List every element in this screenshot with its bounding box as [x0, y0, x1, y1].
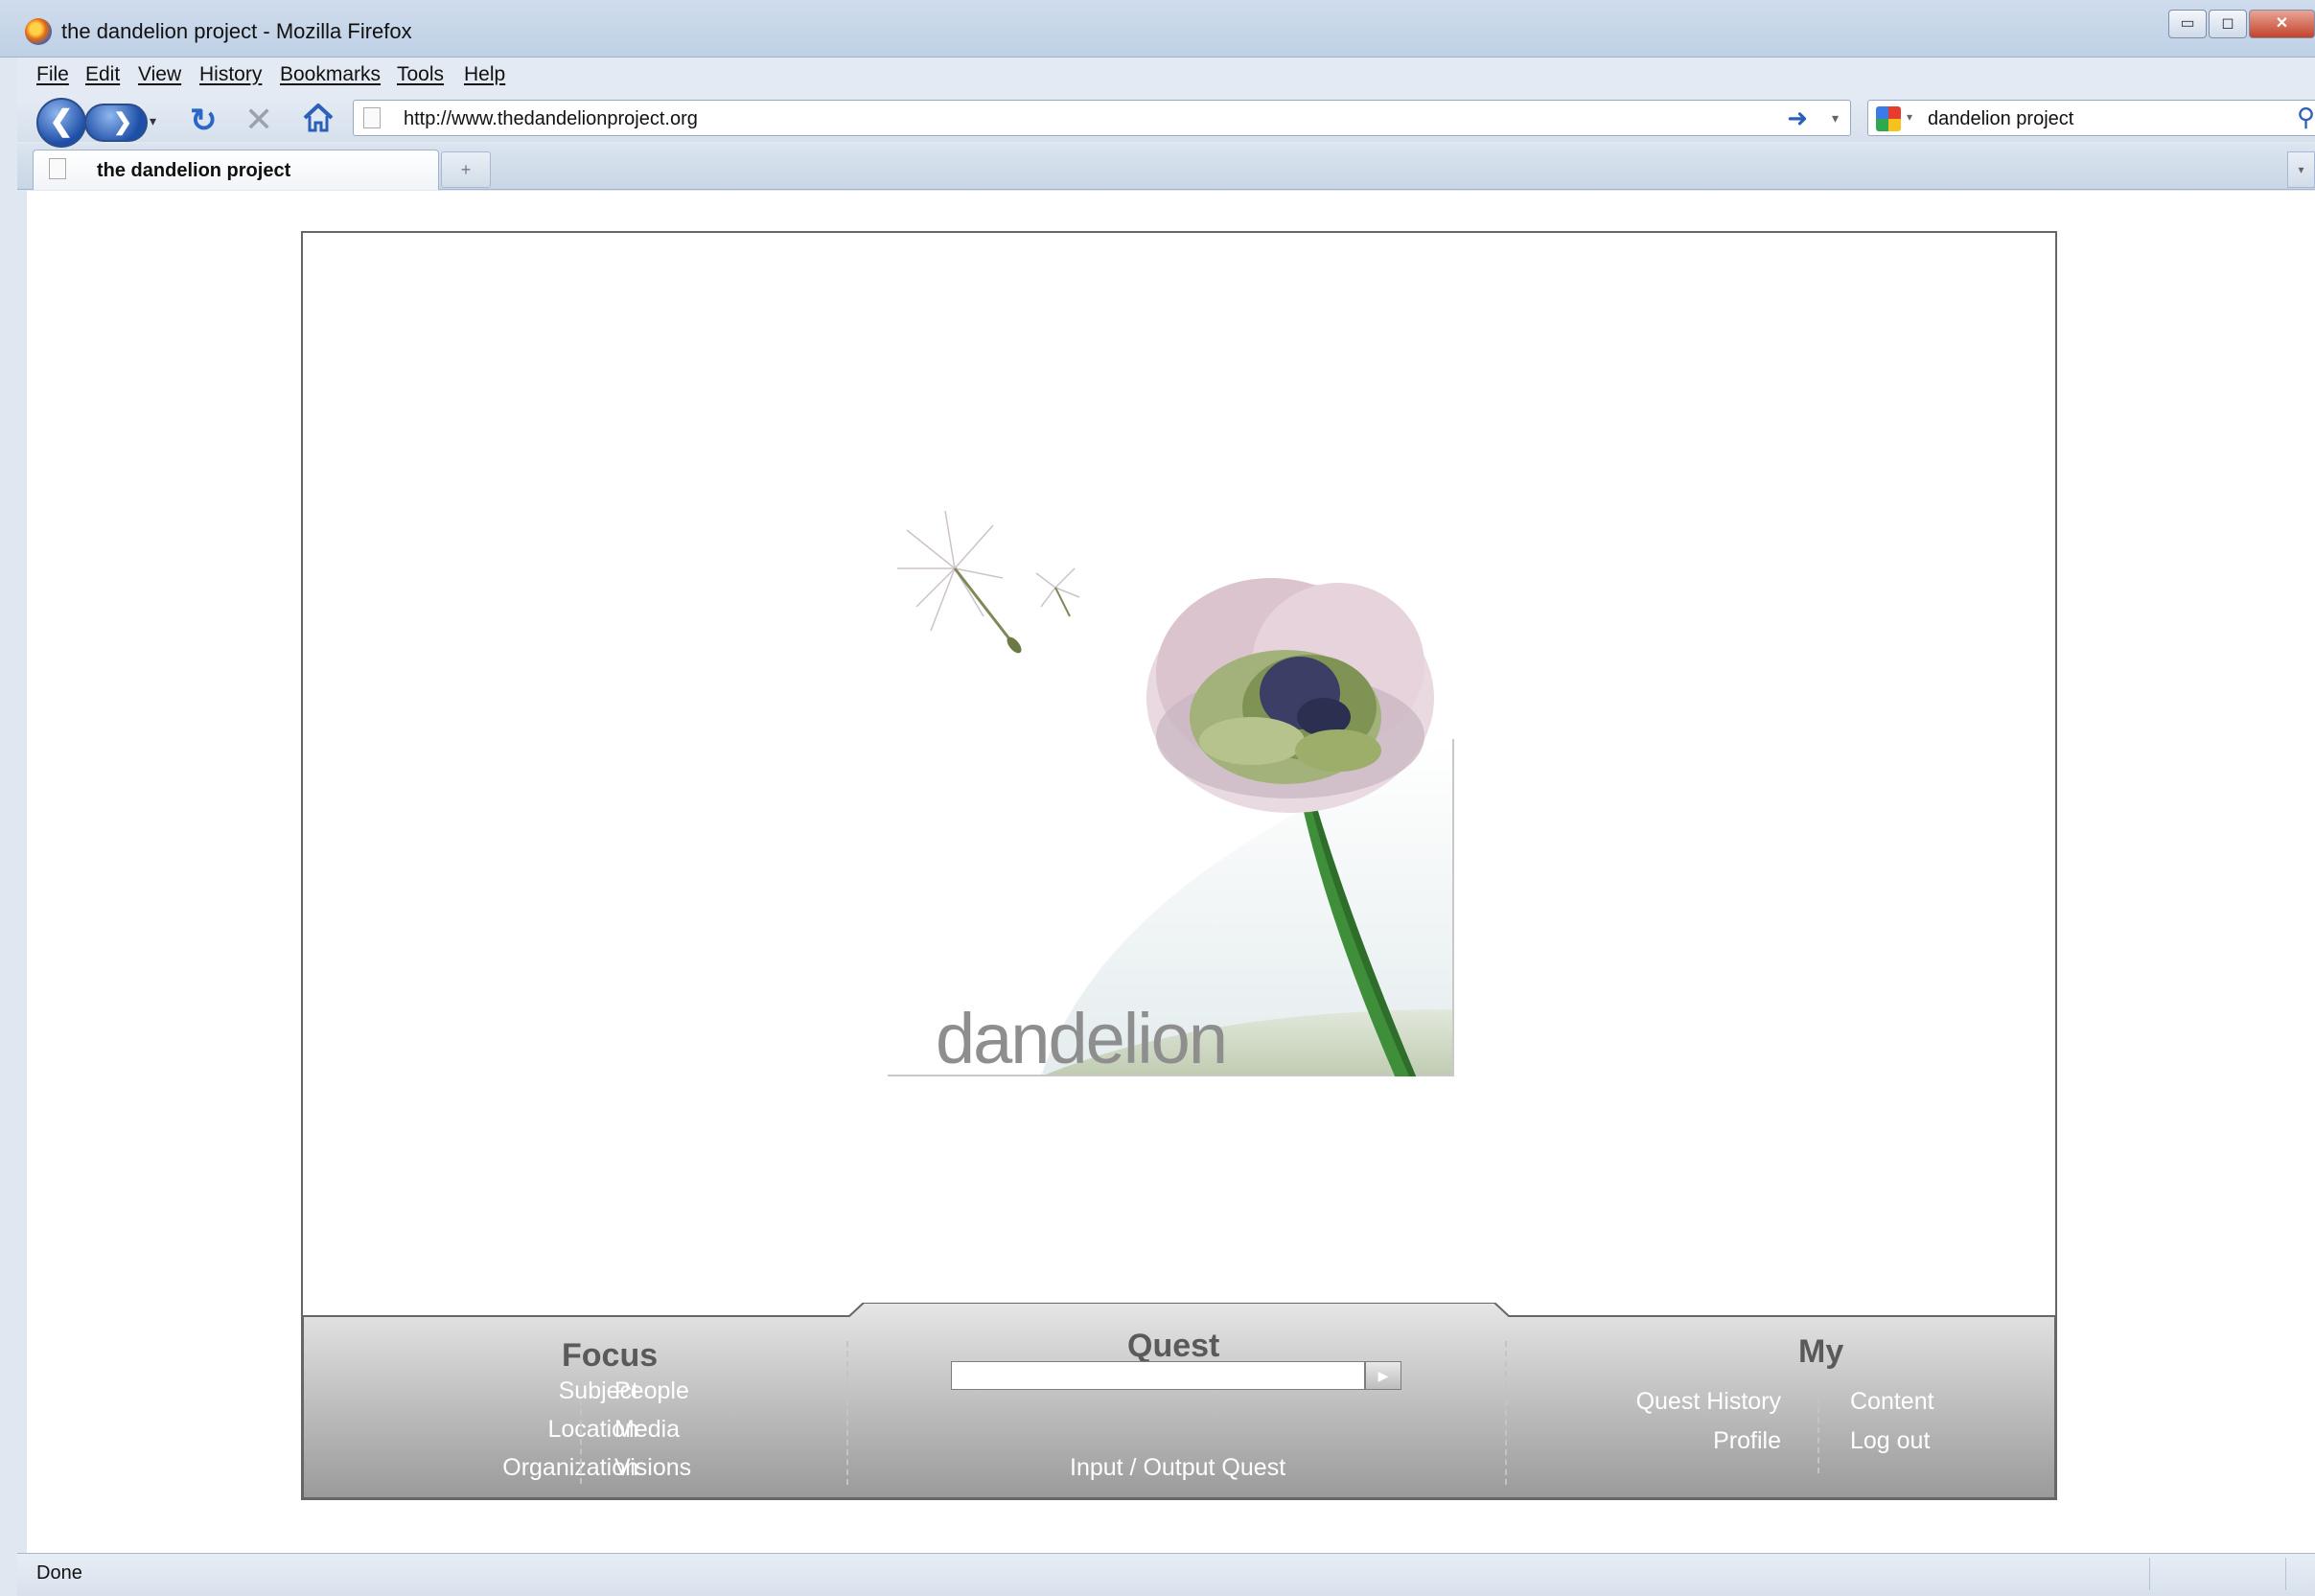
my-link-profile[interactable]: Profile — [1597, 1427, 1781, 1455]
firefox-icon — [25, 18, 52, 45]
focus-link-visions[interactable]: Visions — [614, 1454, 691, 1482]
my-divider — [1817, 1387, 1819, 1473]
new-tab-button[interactable]: + — [441, 151, 491, 188]
menu-bar: File Edit View History Bookmarks Tools H… — [17, 58, 2315, 96]
search-input[interactable]: dandelion project — [1928, 108, 2073, 130]
forward-button[interactable]: ❯ — [84, 104, 148, 142]
focus-title: Focus — [562, 1337, 659, 1374]
google-engine-icon[interactable] — [1876, 106, 1901, 131]
url-dropdown-icon[interactable]: ▾ — [1832, 110, 1839, 127]
focus-divider — [580, 1380, 582, 1484]
my-link-log-out[interactable]: Log out — [1850, 1427, 1930, 1455]
quest-input[interactable] — [951, 1361, 1365, 1390]
status-segment — [2285, 1558, 2286, 1590]
site-frame: dandelion Focus Subject Location Organiz… — [301, 231, 2057, 1500]
menu-view[interactable]: View — [138, 63, 181, 86]
hero-illustration: dandelion — [888, 510, 1467, 1078]
stop-button[interactable]: ✕ — [244, 100, 273, 140]
minimize-button[interactable]: ▭ — [2168, 10, 2207, 38]
home-button[interactable] — [301, 102, 336, 134]
search-icon[interactable]: ⚲ — [2297, 103, 2315, 132]
menu-history[interactable]: History — [199, 63, 262, 86]
tab-label: the dandelion project — [97, 160, 291, 181]
status-segment — [2149, 1558, 2150, 1590]
my-link-quest-history[interactable]: Quest History — [1597, 1388, 1781, 1416]
status-text: Done — [36, 1562, 82, 1584]
engine-dropdown-icon[interactable]: ▾ — [1907, 110, 1912, 124]
window-title: the dandelion project - Mozilla Firefox — [61, 19, 412, 43]
forward-icon: ❯ — [112, 109, 133, 135]
hero-wordmark: dandelion — [936, 999, 1228, 1078]
tab-list-button[interactable]: ▾ — [2287, 151, 2315, 188]
maximize-button[interactable]: ◻ — [2209, 10, 2247, 38]
menu-help[interactable]: Help — [464, 63, 505, 86]
my-title: My — [1798, 1333, 1844, 1370]
tab-dandelion-project[interactable]: the dandelion project — [33, 150, 439, 190]
focus-link-media[interactable]: Media — [614, 1416, 680, 1444]
section-divider-2 — [1505, 1341, 1507, 1485]
input-output-quest-link[interactable]: Input / Output Quest — [1070, 1454, 1285, 1482]
tab-strip: the dandelion project + ▾ — [17, 144, 2315, 190]
page-viewport: dandelion Focus Subject Location Organiz… — [27, 191, 2315, 1553]
menu-edit[interactable]: Edit — [85, 63, 120, 86]
back-button[interactable]: ❮ — [36, 98, 86, 148]
focus-link-people[interactable]: People — [614, 1377, 689, 1405]
status-bar: Done — [17, 1553, 2315, 1596]
reload-button[interactable]: ↻ — [190, 102, 218, 140]
page-icon — [49, 158, 66, 179]
search-bar[interactable]: ▾ dandelion project ⚲ — [1867, 100, 2315, 136]
url-text[interactable]: http://www.thedandelionproject.org — [404, 108, 698, 130]
close-button[interactable]: ✕ — [2249, 10, 2315, 38]
menu-file[interactable]: File — [36, 63, 69, 86]
title-bar: the dandelion project - Mozilla Firefox … — [0, 0, 2315, 58]
go-arrow-icon[interactable]: ➜ — [1787, 104, 1808, 133]
quest-submit-button[interactable]: ▶ — [1365, 1361, 1401, 1390]
page-icon — [363, 107, 381, 128]
browser-window: the dandelion project - Mozilla Firefox … — [0, 0, 2315, 1596]
focus-link-organization[interactable]: Organization — [351, 1454, 638, 1482]
menu-bookmarks[interactable]: Bookmarks — [280, 63, 381, 86]
focus-link-location[interactable]: Location — [447, 1416, 638, 1444]
address-bar[interactable]: http://www.thedandelionproject.org ➜ ▾ — [353, 100, 1851, 136]
history-dropdown-icon[interactable]: ▾ — [150, 113, 156, 129]
site-navigation-panel: Focus Subject Location Organization Peop… — [303, 1303, 2055, 1498]
section-divider-1 — [846, 1341, 848, 1485]
navigation-toolbar: ❮ ❯ ▾ ↻ ✕ http://www.thedandelionproject… — [17, 96, 2315, 148]
dandelion-image — [888, 510, 1454, 1078]
my-link-content[interactable]: Content — [1850, 1388, 1934, 1416]
menu-tools[interactable]: Tools — [397, 63, 444, 86]
quest-title: Quest — [1127, 1328, 1220, 1364]
